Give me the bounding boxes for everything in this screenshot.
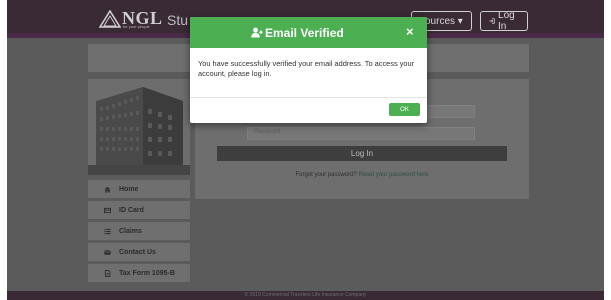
envelope-icon [104, 249, 111, 255]
sidebar-item-label: Tax Form 1095-B [119, 269, 175, 277]
ok-button[interactable]: OK [389, 103, 420, 116]
sidebar-item-label: Home [119, 185, 139, 193]
sidebar-item-label: Claims [119, 227, 142, 235]
list-icon [104, 228, 111, 234]
logo-tagline: for your people [123, 24, 150, 29]
sidebar-item-claims[interactable]: Claims [88, 222, 190, 240]
document-icon [104, 269, 111, 277]
sign-in-icon [489, 18, 495, 24]
password-placeholder: Password [254, 129, 281, 135]
sidebar-item-label: ID Card [119, 206, 144, 214]
home-icon [104, 186, 111, 193]
user-plus-icon [251, 27, 263, 38]
site-footer: © 2019 Commercial Travelers Life Insuran… [7, 291, 604, 300]
login-submit-label: Log In [350, 149, 374, 158]
forgot-password-line: Forgot your password? Reset your passwor… [195, 172, 529, 178]
logo-triangle-icon [99, 9, 121, 28]
sidebar-item-tax-form[interactable]: Tax Form 1095-B [88, 264, 190, 282]
ngl-logo[interactable]: NGL for your people [99, 8, 163, 29]
sidebar-item-contact-us[interactable]: Contact Us [88, 243, 190, 261]
id-card-icon [104, 207, 111, 213]
brand-title: Stu [167, 12, 189, 28]
header-login-label: Log In [498, 10, 515, 32]
close-icon[interactable]: × [406, 24, 414, 39]
email-verified-modal: Email Verified × You have successfully v… [190, 17, 427, 123]
modal-title: Email Verified [265, 26, 344, 40]
sidebar-item-id-card[interactable]: ID Card [88, 201, 190, 219]
password-input[interactable]: Password [247, 127, 475, 140]
building-photo [88, 79, 190, 175]
footer-copyright: © 2019 Commercial Travelers Life Insuran… [244, 292, 367, 298]
building-illustration [88, 79, 190, 175]
ok-button-label: OK [400, 106, 409, 113]
modal-divider [190, 97, 427, 98]
forgot-password-text: Forgot your password? [295, 172, 357, 178]
sidebar-item-label: Contact Us [119, 248, 156, 256]
modal-header: Email Verified × [190, 17, 427, 48]
login-submit-button[interactable]: Log In [217, 146, 507, 161]
modal-message: You have successfully verified your emai… [198, 59, 415, 78]
reset-password-link[interactable]: Reset your password here [359, 172, 429, 178]
header-login-button[interactable]: Log In [480, 10, 528, 32]
sidebar-item-home[interactable]: Home [88, 180, 190, 198]
